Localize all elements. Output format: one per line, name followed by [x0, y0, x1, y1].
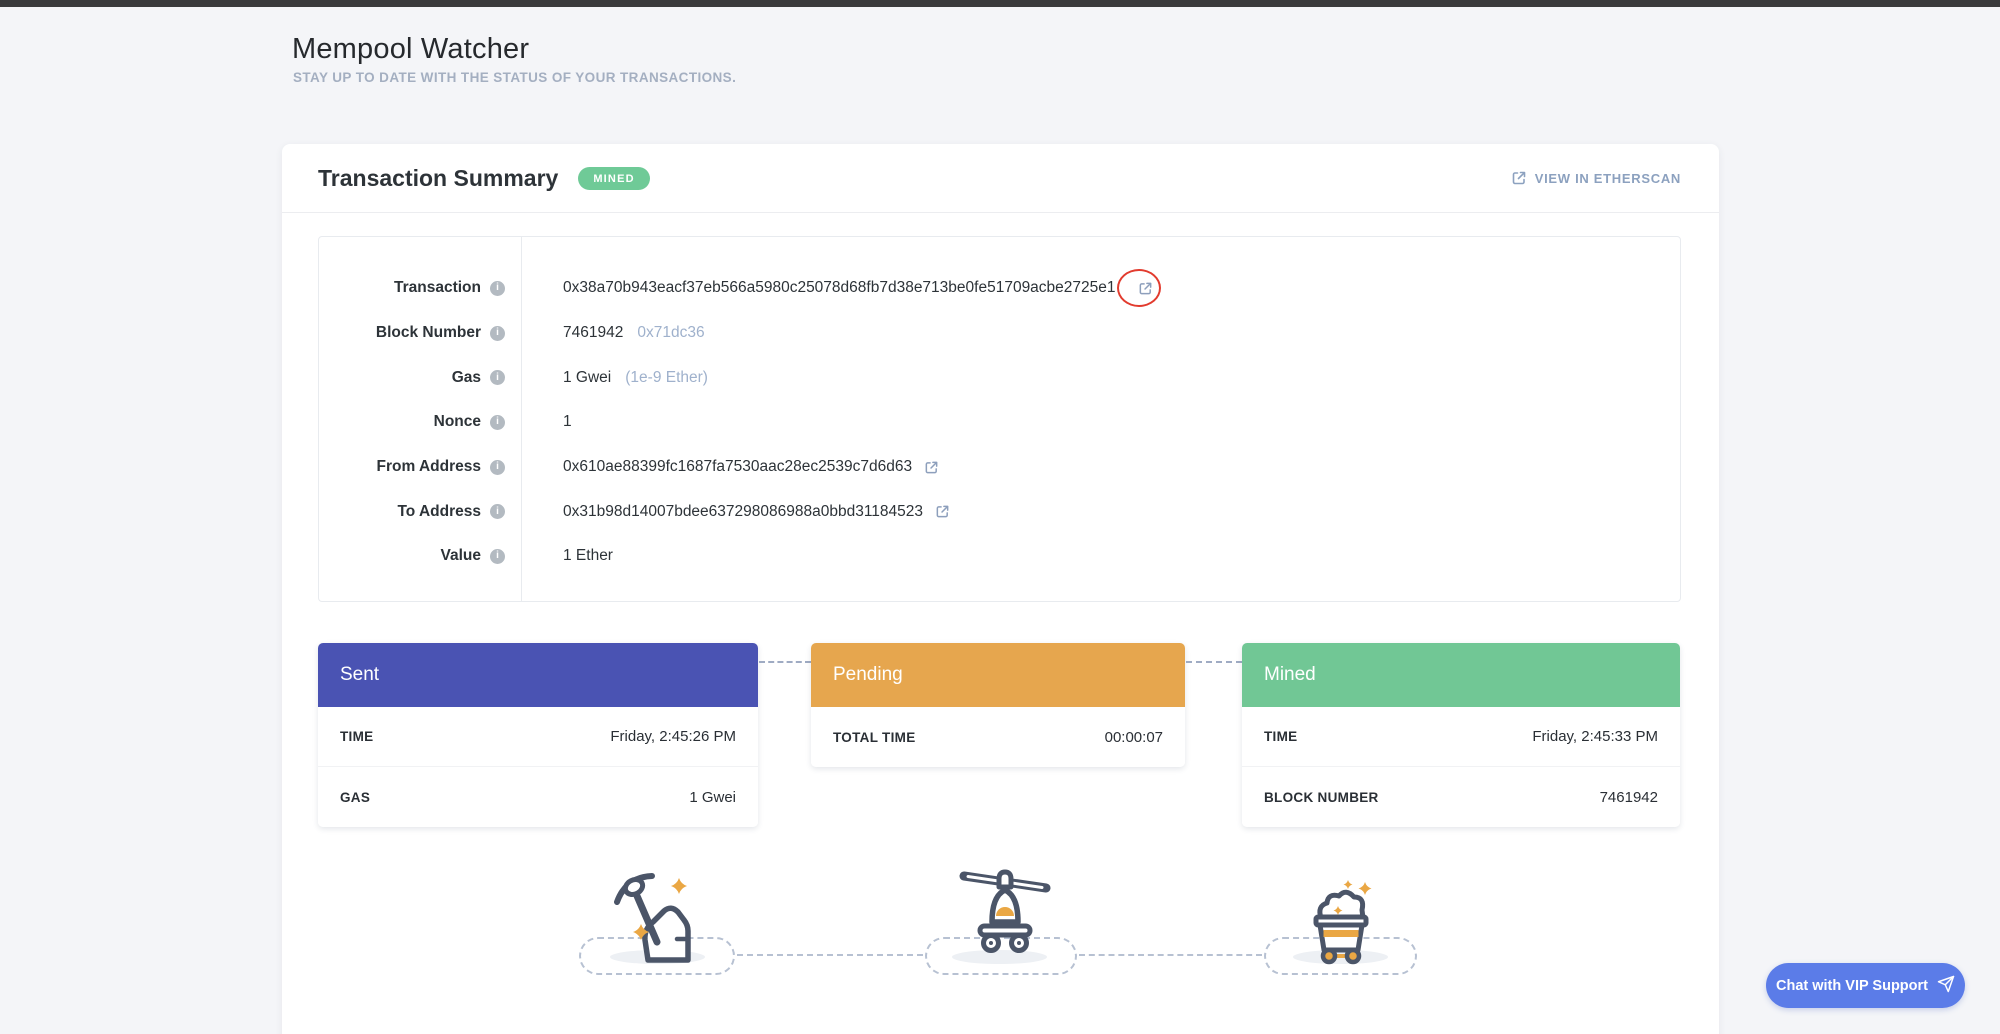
gas-ether-equivalent: (1e-9 Ether) — [625, 369, 708, 387]
pickaxe-rock-icon — [607, 866, 707, 971]
mined-status-card: Mined TIME Friday, 2:45:33 PM BLOCK NUMB… — [1242, 643, 1680, 827]
red-annotation-circle — [1126, 281, 1153, 296]
page-title: Mempool Watcher — [292, 33, 529, 66]
pending-card-header: Pending — [811, 643, 1185, 707]
row-label-block-number: Block Number i — [319, 311, 521, 356]
mempool-watcher-page: Mempool Watcher STAY UP TO DATE WITH THE… — [0, 0, 2000, 1034]
transaction-summary-card: Transaction Summary MINED VIEW IN ETHERS… — [282, 144, 1719, 1034]
sent-gas-row: GAS 1 Gwei — [318, 767, 758, 827]
page-subtitle: STAY UP TO DATE WITH THE STATUS OF YOUR … — [293, 70, 736, 85]
info-icon[interactable]: i — [490, 326, 505, 341]
view-in-etherscan-link[interactable]: VIEW IN ETHERSCAN — [1511, 170, 1681, 186]
mined-card-header: Mined — [1242, 643, 1680, 707]
external-link-icon[interactable] — [924, 460, 939, 475]
value-column: 0x38a70b943eacf37eb566a5980c25078d68fb7d… — [522, 237, 1680, 601]
sent-card-header: Sent — [318, 643, 758, 707]
row-label-gas: Gas i — [319, 355, 521, 400]
card-title: Transaction Summary — [318, 165, 558, 192]
pending-mined-connector — [1186, 661, 1242, 663]
paper-plane-icon — [1937, 975, 1955, 997]
transaction-hash-row: 0x38a70b943eacf37eb566a5980c25078d68fb7d… — [522, 266, 1680, 311]
pending-status-card: Pending TOTAL TIME 00:00:07 — [811, 643, 1185, 767]
nonce-row: 1 — [522, 400, 1680, 445]
journey-connector — [1079, 954, 1262, 956]
row-label-to-address: To Address i — [319, 489, 521, 534]
mined-time-row: TIME Friday, 2:45:33 PM — [1242, 707, 1680, 767]
minecart-icon — [1291, 870, 1391, 975]
block-number-row: 7461942 0x71dc36 — [522, 311, 1680, 356]
mined-block-number-row: BLOCK NUMBER 7461942 — [1242, 767, 1680, 827]
label-column: Transaction i Block Number i Gas i Nonce… — [319, 237, 522, 601]
status-badge: MINED — [578, 167, 649, 190]
gas-row: 1 Gwei (1e-9 Ether) — [522, 355, 1680, 400]
chat-button-label: Chat with VIP Support — [1776, 978, 1928, 994]
info-icon[interactable]: i — [490, 504, 505, 519]
info-icon[interactable]: i — [490, 460, 505, 475]
sent-time-row: TIME Friday, 2:45:26 PM — [318, 707, 758, 767]
info-icon[interactable]: i — [490, 415, 505, 430]
handcar-icon — [950, 854, 1060, 969]
sent-pending-connector — [759, 661, 811, 663]
journey-connector — [737, 954, 923, 956]
sent-status-card: Sent TIME Friday, 2:45:26 PM GAS 1 Gwei — [318, 643, 758, 827]
card-header: Transaction Summary MINED VIEW IN ETHERS… — [282, 144, 1719, 213]
row-label-value: Value i — [319, 534, 521, 579]
transaction-hash: 0x38a70b943eacf37eb566a5980c25078d68fb7d… — [563, 279, 1116, 297]
external-link-icon — [1511, 170, 1527, 186]
external-link-icon[interactable] — [1138, 281, 1153, 296]
top-bar — [0, 0, 2000, 7]
chat-vip-support-button[interactable]: Chat with VIP Support — [1766, 963, 1965, 1008]
info-icon[interactable]: i — [490, 281, 505, 296]
row-label-from-address: From Address i — [319, 445, 521, 490]
block-number-hex: 0x71dc36 — [637, 324, 704, 342]
from-address-row: 0x610ae88399fc1687fa7530aac28ec2539c7d6d… — [522, 445, 1680, 490]
info-icon[interactable]: i — [490, 549, 505, 564]
external-link-icon[interactable] — [935, 504, 950, 519]
to-address-row: 0x31b98d14007bdee637298086988a0bbd311845… — [522, 489, 1680, 534]
row-label-nonce: Nonce i — [319, 400, 521, 445]
row-label-transaction: Transaction i — [319, 266, 521, 311]
value-row: 1 Ether — [522, 534, 1680, 579]
info-icon[interactable]: i — [490, 370, 505, 385]
transaction-details-table: Transaction i Block Number i Gas i Nonce… — [318, 236, 1681, 602]
pending-total-time-row: TOTAL TIME 00:00:07 — [811, 707, 1185, 767]
